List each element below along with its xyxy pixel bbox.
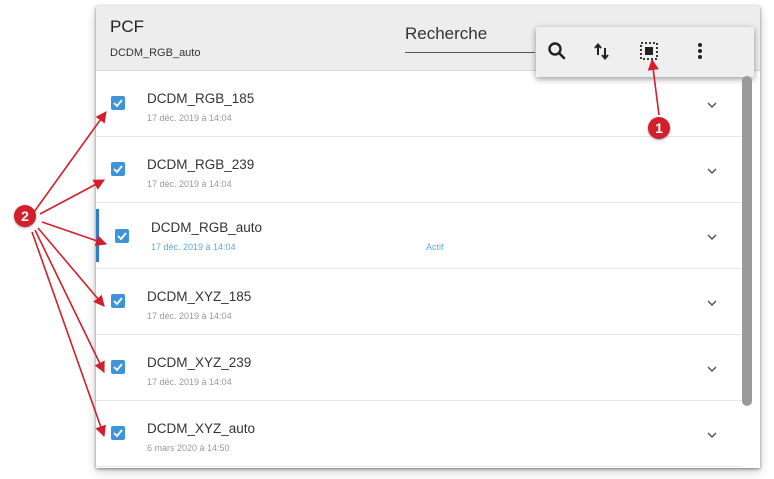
arrow-to-row-1 bbox=[33, 111, 107, 213]
callout-badge-1: 1 bbox=[648, 117, 670, 139]
arrow-to-row-5 bbox=[34, 229, 105, 374]
arrow-to-row-2 bbox=[39, 179, 105, 215]
arrow-to-row-3 bbox=[41, 221, 108, 247]
annotation-arrows bbox=[31, 58, 660, 438]
arrow-to-select-all bbox=[647, 58, 660, 116]
callout-badge-2: 2 bbox=[14, 205, 36, 227]
